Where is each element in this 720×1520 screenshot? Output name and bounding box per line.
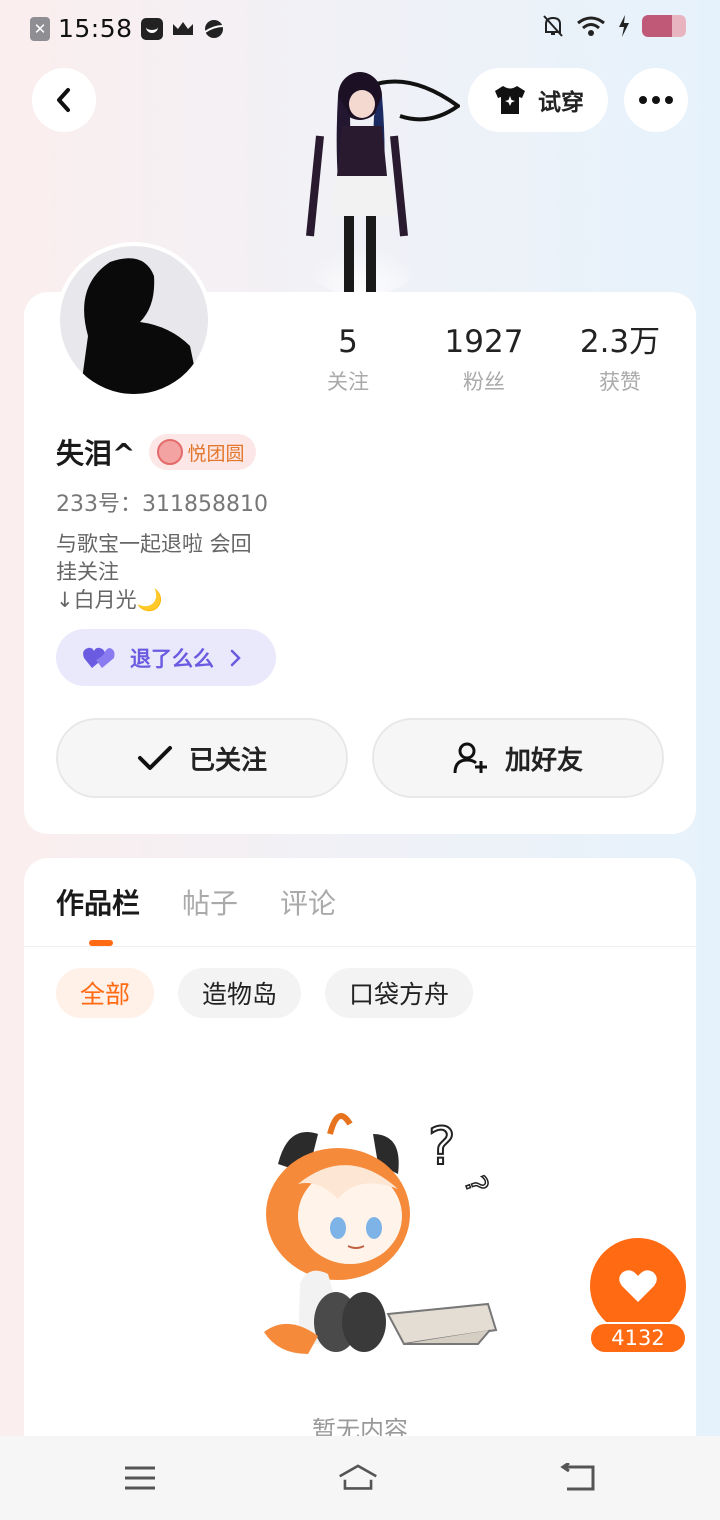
back-button[interactable] xyxy=(32,68,96,132)
status-bar: ✕ 15:58 xyxy=(0,0,720,56)
stat-value: 1927 xyxy=(444,324,524,360)
crown-icon xyxy=(172,21,193,35)
planet-icon xyxy=(203,19,223,38)
tshirt-icon xyxy=(495,86,525,114)
like-button[interactable] xyxy=(590,1238,686,1334)
menu-icon xyxy=(125,1466,155,1490)
return-icon xyxy=(560,1463,595,1491)
stat-label: 粉丝 xyxy=(463,370,505,394)
more-dots-icon xyxy=(639,96,673,104)
user-id: 233号：311858810 xyxy=(56,492,268,517)
stat-value: 2.3万 xyxy=(579,324,661,360)
tab-posts[interactable]: 帖子 xyxy=(182,882,238,922)
like-count: 4132 xyxy=(589,1322,687,1354)
stat-following[interactable]: 5 关注 xyxy=(280,322,416,396)
battery-icon xyxy=(642,15,686,37)
stat-label: 获赞 xyxy=(599,370,641,394)
profile-stats: 5 关注 1927 粉丝 2.3万 获赞 xyxy=(280,322,700,396)
back-nav-button[interactable] xyxy=(558,1458,598,1498)
followed-label: 已关注 xyxy=(188,745,267,776)
stat-value: 5 xyxy=(338,324,358,360)
add-user-icon xyxy=(453,742,487,774)
double-heart-icon xyxy=(83,647,115,668)
stat-label: 关注 xyxy=(327,370,369,394)
try-on-label: 试穿 xyxy=(538,90,584,116)
bio-line: 与歌宝一起退啦 会回 xyxy=(56,532,252,556)
charging-icon xyxy=(619,15,629,37)
svg-text:?: ? xyxy=(456,1171,494,1198)
home-icon xyxy=(339,1464,377,1490)
bio-line: 挂关注 xyxy=(56,560,119,584)
home-nav-button[interactable] xyxy=(338,1458,378,1498)
badge-label: 悦团圆 xyxy=(187,442,245,465)
status-time: 15:58 xyxy=(58,14,133,43)
svg-text:?: ? xyxy=(428,1117,456,1177)
check-icon xyxy=(137,746,172,770)
chip-pocket-ark[interactable]: 口袋方舟 xyxy=(325,968,474,1018)
followed-button[interactable]: 已关注 xyxy=(56,718,348,798)
username-row: 失泪^ 悦团圆 xyxy=(56,432,257,472)
avatar-figure-image xyxy=(302,72,460,294)
try-on-button[interactable]: 试穿 xyxy=(468,68,608,132)
badge[interactable]: 悦团圆 xyxy=(149,434,257,470)
more-button[interactable] xyxy=(624,68,688,132)
stat-followers[interactable]: 1927 粉丝 xyxy=(416,322,552,396)
avatar-silhouette-image xyxy=(80,258,200,394)
wifi-icon xyxy=(577,16,605,36)
close-notification-icon: ✕ xyxy=(30,16,50,41)
heart-icon xyxy=(619,1270,657,1302)
chip-all[interactable]: 全部 xyxy=(56,968,155,1018)
add-friend-label: 加好友 xyxy=(504,745,583,776)
chevron-right-icon xyxy=(230,649,241,666)
badge-avatar-icon xyxy=(157,439,184,465)
chevron-left-icon xyxy=(57,88,70,112)
filter-chips: 全部 造物岛 口袋方舟 xyxy=(56,968,474,1018)
menu-nav-button[interactable] xyxy=(120,1458,160,1498)
add-friend-button[interactable]: 加好友 xyxy=(372,718,664,798)
avatar[interactable] xyxy=(56,242,212,398)
fan-group-pill[interactable]: 退了么么 xyxy=(56,629,276,686)
username: 失泪^ xyxy=(56,437,136,470)
bio-line: ↓白月光🌙 xyxy=(56,588,163,612)
tab-comments[interactable]: 评论 xyxy=(280,882,336,922)
empty-state-illustration: ? ? xyxy=(264,1113,498,1354)
message-icon xyxy=(140,17,163,40)
stat-likes[interactable]: 2.3万 获赞 xyxy=(552,322,688,396)
divider xyxy=(24,946,696,947)
bell-off-icon xyxy=(543,15,563,37)
bio: 与歌宝一起退啦 会回 挂关注 ↓白月光🌙 xyxy=(56,530,252,614)
tab-works[interactable]: 作品栏 xyxy=(56,882,140,922)
fan-group-label: 退了么么 xyxy=(130,646,214,671)
system-nav-bar xyxy=(0,1436,720,1520)
chip-creation-island[interactable]: 造物岛 xyxy=(178,968,302,1018)
content-tabs: 作品栏 帖子 评论 xyxy=(56,882,336,922)
